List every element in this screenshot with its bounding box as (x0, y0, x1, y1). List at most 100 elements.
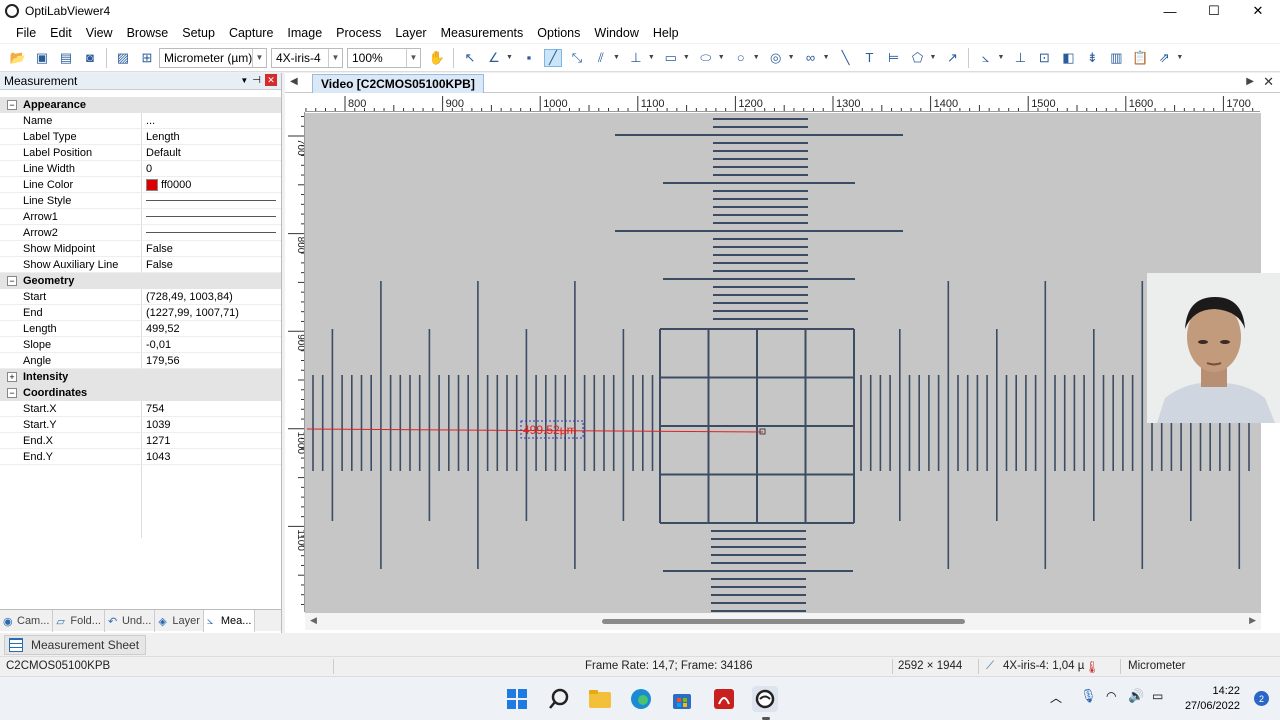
category-coordinates[interactable]: − Coordinates (0, 385, 281, 401)
dropdown-arrow-icon[interactable]: ▼ (506, 54, 513, 61)
property-row[interactable]: Arrow2 (0, 225, 281, 241)
tab-camera[interactable]: ◉ Cam... (0, 610, 54, 632)
property-value[interactable]: 1271 (142, 433, 281, 449)
property-row[interactable]: Show Auxiliary Line False (0, 257, 281, 273)
image-viewport[interactable]: 499.52µm (305, 113, 1261, 613)
property-value[interactable]: 0 (142, 161, 281, 177)
property-value[interactable]: 499,52 (142, 321, 281, 337)
menu-measurements[interactable]: Measurements (434, 26, 531, 40)
scroll-right-icon[interactable]: ▶ (1249, 615, 1256, 626)
property-row[interactable]: Start.X 754 (0, 401, 281, 417)
menu-view[interactable]: View (79, 26, 120, 40)
property-row[interactable]: Label Type Length (0, 129, 281, 145)
select-arrow-icon[interactable]: ↖ (461, 49, 479, 67)
circle-tool-icon[interactable]: ○ (732, 49, 750, 67)
dropdown-arrow-icon[interactable]: ▼ (683, 54, 690, 61)
maximize-button[interactable]: ☐ (1192, 0, 1236, 22)
menu-options[interactable]: Options (530, 26, 587, 40)
menu-process[interactable]: Process (329, 26, 388, 40)
objective-select[interactable]: 4X-iris-4 ▼ (271, 47, 343, 68)
acrobat-icon[interactable] (711, 686, 737, 712)
curve-tool-icon[interactable]: ╲ (837, 49, 855, 67)
pin-icon[interactable]: ⊣ (252, 75, 261, 86)
link-tool-icon[interactable]: ∞ (802, 49, 820, 67)
property-value-color[interactable]: ff0000 (142, 177, 281, 193)
menu-window[interactable]: Window (587, 26, 645, 40)
dropdown-arrow-icon[interactable]: ▼ (613, 54, 620, 61)
category-appearance[interactable]: − Appearance (0, 97, 281, 113)
property-value[interactable]: False (142, 241, 281, 257)
unit-select[interactable]: Micrometer (µm) ▼ (159, 47, 267, 68)
clipboard-icon[interactable]: 📋 (1131, 49, 1149, 67)
ellipse-tool-icon[interactable]: ⬭ (697, 49, 715, 67)
arrow1-value[interactable] (142, 209, 281, 225)
property-row[interactable]: Name... (0, 113, 281, 129)
scroll-left-icon[interactable]: ◀ (310, 615, 317, 626)
microphone-icon[interactable]: 🎙 (1080, 688, 1097, 704)
dropdown-arrow-icon[interactable]: ▼ (930, 54, 937, 61)
property-row[interactable]: Angle 179,56 (0, 353, 281, 369)
property-value[interactable]: -0,01 (142, 337, 281, 353)
property-row[interactable]: Start (728,49, 1003,84) (0, 289, 281, 305)
image-icon[interactable]: ▨ (114, 49, 132, 67)
property-row[interactable]: Length 499,52 (0, 321, 281, 337)
save-icon[interactable]: ▣ (33, 49, 51, 67)
property-row[interactable]: Label Position Default (0, 145, 281, 161)
property-value[interactable]: (1227,99, 1007,71) (142, 305, 281, 321)
tab-scroll-right-icon[interactable]: ▶ (1246, 76, 1254, 87)
arrow-tool-icon[interactable]: ↗ (943, 49, 961, 67)
menu-edit[interactable]: Edit (43, 26, 79, 40)
property-row[interactable]: Show Midpoint False (0, 241, 281, 257)
wifi-icon[interactable]: ◠ (1106, 689, 1116, 703)
store-icon[interactable] (669, 686, 695, 712)
measurement-sheet-tab[interactable]: Measurement Sheet (4, 635, 146, 655)
close-button[interactable]: ✕ (1236, 0, 1280, 22)
property-row[interactable]: Arrow1 (0, 209, 281, 225)
dropdown-arrow-icon[interactable]: ▼ (823, 54, 830, 61)
tab-layer[interactable]: ◈ Layer (155, 610, 204, 632)
panel-close-icon[interactable]: ✕ (265, 74, 277, 86)
property-value[interactable]: (728,49, 1003,84) (142, 289, 281, 305)
polygon-tool-icon[interactable]: ⬠ (909, 49, 927, 67)
dropdown-arrow-icon[interactable]: ▼ (718, 54, 725, 61)
tab-measurement[interactable]: ⦣ Mea... (203, 610, 256, 632)
menu-help[interactable]: Help (646, 26, 686, 40)
document-close-icon[interactable]: ✕ (1263, 74, 1274, 90)
property-value[interactable]: 1043 (142, 449, 281, 465)
calibrate-icon[interactable]: ⊡ (1035, 49, 1053, 67)
menu-image[interactable]: Image (280, 26, 329, 40)
property-value[interactable]: Default (142, 145, 281, 161)
dropdown-arrow-icon[interactable]: ▼ (1176, 54, 1183, 61)
category-intensity[interactable]: + Intensity (0, 369, 281, 385)
windows-start-icon[interactable] (504, 686, 530, 712)
measure-settings-icon[interactable]: ⦣ (976, 49, 994, 67)
collapse-icon[interactable]: − (7, 276, 17, 286)
share-icon[interactable]: ⇗ (1155, 49, 1173, 67)
edge-browser-icon[interactable] (628, 686, 654, 712)
property-row[interactable]: Line Width 0 (0, 161, 281, 177)
rectangle-tool-icon[interactable]: ▭ (662, 49, 680, 67)
expand-icon[interactable]: + (7, 372, 17, 382)
category-geometry[interactable]: − Geometry (0, 273, 281, 289)
property-value[interactable]: 1039 (142, 417, 281, 433)
property-row[interactable]: End (1227,99, 1007,71) (0, 305, 281, 321)
property-value[interactable]: ... (142, 113, 281, 129)
property-value[interactable]: False (142, 257, 281, 273)
tab-video[interactable]: Video [C2CMOS05100KPB] (312, 74, 484, 93)
line-tool-icon[interactable]: ╱ (543, 48, 562, 67)
property-row[interactable]: Line Color ff0000 (0, 177, 281, 193)
horizontal-scrollbar[interactable]: ◀ ▶ (305, 613, 1261, 630)
text-tool-icon[interactable]: T (861, 49, 879, 67)
align-bottom-icon[interactable]: ⊥ (1011, 49, 1029, 67)
line-style-value[interactable] (142, 193, 281, 209)
tab-folder[interactable]: ▱ Fold... (53, 610, 105, 632)
layer-icon[interactable]: ◧ (1059, 49, 1077, 67)
scale-bar-icon[interactable]: ⊨ (885, 49, 903, 67)
parallel-tool-icon[interactable]: ⫽ (592, 49, 610, 67)
speaker-icon[interactable]: 🔊 (1128, 688, 1144, 704)
property-value[interactable]: 179,56 (142, 353, 281, 369)
open-folder-icon[interactable]: 📂 (9, 49, 27, 67)
snapshot-icon[interactable]: ◙ (81, 49, 99, 67)
clock[interactable]: 14:22 27/06/2022 (1185, 684, 1240, 714)
collapse-icon[interactable]: − (7, 388, 17, 398)
